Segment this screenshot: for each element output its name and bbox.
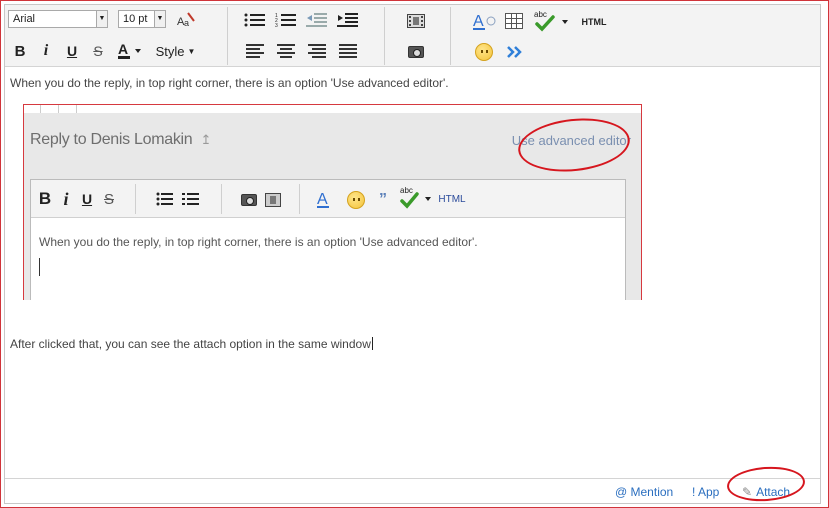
annotation-circle — [515, 113, 633, 177]
align-center-button[interactable] — [274, 43, 298, 59]
font-size-value: 10 pt — [123, 13, 148, 25]
pin-icon: ↥ — [200, 132, 212, 147]
reply-title-text: Reply to Denis Lomakin — [30, 131, 193, 148]
table-icon — [505, 13, 523, 29]
video-icon — [407, 14, 425, 28]
bullet-list-icon — [155, 190, 175, 208]
paragraph-2: After clicked that, you can see the atta… — [10, 337, 373, 351]
screenshot-separator — [299, 184, 300, 214]
mention-link[interactable]: @ Mention — [615, 485, 673, 499]
align-right-icon — [308, 44, 326, 58]
html-source-button[interactable]: HTML — [577, 15, 611, 29]
video-icon — [263, 191, 283, 209]
smiley-icon — [475, 43, 493, 61]
emoticon-button[interactable] — [473, 41, 495, 63]
screenshot-toolbar: B i U S A ” abc HTML — [31, 180, 625, 218]
numbered-list-button[interactable]: 1 2 3 — [274, 11, 298, 29]
bullet-list-button[interactable] — [243, 11, 267, 29]
insert-image-button[interactable] — [405, 43, 427, 61]
insert-video-button[interactable] — [405, 12, 427, 30]
window-frame: Arial ▼ 10 pt ▼ A a B i U S A Style ▼ 1 … — [0, 0, 829, 508]
spell-check-icon: abc — [534, 10, 568, 32]
app-link[interactable]: ! App — [692, 485, 719, 499]
font-family-value: Arial — [13, 13, 36, 25]
align-justify-icon — [339, 44, 357, 58]
quote-icon: ” — [379, 191, 387, 208]
strikethrough-icon: S — [103, 190, 114, 208]
screenshot-separator — [135, 184, 136, 214]
underline-button[interactable]: U — [61, 41, 83, 61]
screenshot-top-strip — [24, 105, 641, 113]
clear-formatting-icon: A a — [177, 12, 195, 28]
paragraph-1: When you do the reply, in top right corn… — [10, 76, 449, 90]
bold-button[interactable]: B — [9, 41, 31, 61]
double-chevron-right-icon — [507, 46, 522, 58]
camera-icon — [408, 46, 424, 58]
style-dropdown[interactable]: Style ▼ — [153, 42, 198, 60]
svg-text:A: A — [317, 191, 328, 208]
align-left-button[interactable] — [243, 43, 267, 59]
svg-text:3: 3 — [275, 23, 278, 28]
underline-icon: U — [81, 191, 93, 207]
html-label: HTML — [438, 193, 466, 205]
style-label: Style — [155, 43, 185, 59]
font-size-select[interactable]: 10 pt ▼ — [118, 10, 166, 28]
clear-formatting-button[interactable]: A a — [175, 9, 197, 29]
insert-table-button[interactable] — [503, 11, 525, 31]
text-style-icon: A — [473, 13, 496, 30]
svg-text:A: A — [118, 41, 128, 57]
outdent-icon — [306, 13, 327, 27]
outdent-button[interactable] — [305, 11, 329, 29]
align-center-icon — [277, 44, 295, 58]
font-family-select[interactable]: Arial ▼ — [8, 10, 108, 28]
embedded-screenshot: Reply to Denis Lomakin ↥ Use advanced ed… — [23, 104, 642, 300]
screenshot-body-text: When you do the reply, in top right corn… — [39, 235, 478, 249]
text-cursor — [39, 258, 40, 276]
editor-footer: @ Mention ! App ✎ Attach — [5, 464, 820, 504]
camera-icon — [239, 191, 259, 209]
text-style-button[interactable]: A — [471, 11, 497, 31]
text-cursor — [371, 337, 373, 350]
font-color-button[interactable]: A — [115, 41, 145, 61]
rich-text-editor: Arial ▼ 10 pt ▼ A a B i U S A Style ▼ 1 … — [4, 4, 821, 504]
paragraph-2-text: After clicked that, you can see the atta… — [10, 337, 371, 351]
bullet-list-icon — [244, 13, 265, 27]
toolbar-separator — [384, 7, 385, 65]
screenshot-separator — [221, 184, 222, 214]
indent-button[interactable] — [336, 11, 360, 29]
editor-toolbar: Arial ▼ 10 pt ▼ A a B i U S A Style ▼ 1 … — [5, 5, 820, 67]
italic-icon: i — [63, 188, 69, 209]
svg-text:A: A — [473, 13, 484, 30]
numbered-list-icon: 1 2 3 — [275, 13, 296, 28]
screenshot-editor: B i U S A ” abc HTML When you do the rep… — [30, 179, 626, 300]
chevron-down-icon: ▼ — [187, 46, 196, 56]
strikethrough-button[interactable]: S — [87, 41, 109, 61]
font-color-icon: A — [118, 41, 141, 59]
embedded-abc-label: abc — [400, 186, 413, 195]
numbered-list-icon — [181, 190, 201, 208]
align-justify-button[interactable] — [336, 43, 360, 59]
align-left-icon — [246, 44, 264, 58]
text-style-icon: A — [315, 188, 339, 210]
editor-content-area[interactable]: When you do the reply, in top right corn… — [5, 68, 820, 478]
bold-icon: B — [38, 189, 52, 208]
smiley-icon — [345, 189, 367, 211]
align-right-button[interactable] — [305, 43, 329, 59]
chevron-down-icon: ▼ — [154, 11, 165, 27]
chevron-down-icon: ▼ — [96, 11, 107, 27]
italic-button[interactable]: i — [35, 41, 57, 61]
indent-icon — [337, 13, 358, 27]
html-label: HTML — [581, 17, 607, 27]
toolbar-separator — [227, 7, 228, 65]
screenshot-reply-panel: Reply to Denis Lomakin ↥ Use advanced ed… — [24, 113, 641, 300]
spell-check-button[interactable]: abc — [533, 9, 571, 33]
more-options-button[interactable] — [504, 43, 526, 61]
spell-check-icon: abc — [399, 184, 433, 212]
reply-title: Reply to Denis Lomakin ↥ — [30, 131, 211, 149]
toolbar-separator — [450, 7, 451, 65]
svg-text:a: a — [184, 18, 189, 28]
spell-check-abc: abc — [534, 10, 547, 19]
